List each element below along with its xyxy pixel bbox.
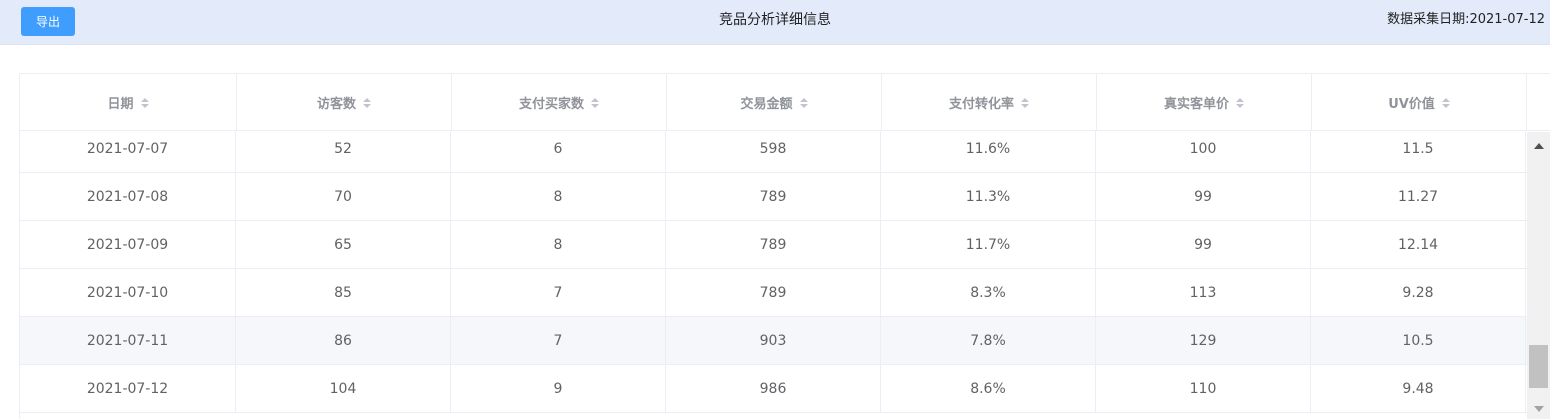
- column-header[interactable]: 支付转化率: [882, 74, 1097, 131]
- table-cell: 113: [1096, 269, 1311, 316]
- table-cell: 9.28: [1311, 269, 1526, 316]
- table-cell: 11.27: [1311, 173, 1526, 220]
- table-cell: 789: [666, 173, 881, 220]
- table-cell: 11.6%: [881, 131, 1096, 172]
- scroll-up-arrow-icon[interactable]: [1534, 143, 1544, 149]
- scrollbar-thumb[interactable]: [1529, 345, 1548, 388]
- table-cell: 789: [666, 221, 881, 268]
- column-header[interactable]: 交易金额: [667, 74, 882, 131]
- table-cell: 986: [666, 365, 881, 412]
- table-cell: 11.5: [1311, 131, 1526, 172]
- sort-caret-icon[interactable]: [140, 97, 149, 108]
- page-title: 竞品分析详细信息: [719, 12, 831, 28]
- sort-caret-icon[interactable]: [1236, 97, 1244, 108]
- column-header[interactable]: 访客数: [237, 74, 452, 131]
- table-row[interactable]: 2021-07-09 65 8 789 11.7% 99 12.14: [20, 221, 1527, 269]
- column-header[interactable]: UV价值: [1312, 74, 1527, 131]
- column-header-label: 支付买家数: [518, 97, 584, 112]
- column-header-label: 访客数: [316, 97, 356, 112]
- table-cell: 10.5: [1311, 317, 1526, 364]
- table-cell: 7: [451, 317, 666, 364]
- table-cell: 8.6%: [881, 365, 1096, 412]
- table-header: 日期 访客数 支付买家数 交易金额 支付转化率 真实客单价 UV价值: [19, 73, 1550, 131]
- column-header[interactable]: 支付买家数: [452, 74, 667, 131]
- table-cell: 2021-07-11: [20, 317, 236, 364]
- table-cell: 11.3%: [881, 173, 1096, 220]
- scroll-down-arrow-icon[interactable]: [1534, 406, 1544, 412]
- table-row[interactable]: 2021-07-11 86 7 903 7.8% 129 10.5: [20, 317, 1527, 365]
- table-cell: 52: [236, 131, 451, 172]
- table-cell: 2021-07-08: [20, 173, 236, 220]
- table-row[interactable]: 2021-07-10 85 7 789 8.3% 113 9.28: [20, 269, 1527, 317]
- table-cell: 2021-07-12: [20, 365, 236, 412]
- column-header-label: UV价值: [1388, 97, 1435, 112]
- table-cell: 8.3%: [881, 269, 1096, 316]
- table-row[interactable]: 2021-07-08 70 8 789 11.3% 99 11.27: [20, 173, 1527, 221]
- sort-caret-icon[interactable]: [1021, 97, 1029, 108]
- table-cell: 99: [1096, 221, 1311, 268]
- column-header[interactable]: 真实客单价: [1097, 74, 1312, 131]
- table-cell: 2021-07-07: [20, 131, 236, 172]
- table-cell: 85: [236, 269, 451, 316]
- sort-caret-icon[interactable]: [1441, 97, 1450, 108]
- top-bar: 导出 竞品分析详细信息 数据采集日期:2021-07-12: [0, 0, 1550, 45]
- table-cell: 110: [1096, 365, 1311, 412]
- table-cell: 789: [666, 269, 881, 316]
- table-cell: 7: [451, 269, 666, 316]
- sort-caret-icon[interactable]: [799, 97, 808, 108]
- column-header-label: 交易金额: [740, 97, 793, 112]
- data-table: 日期 访客数 支付买家数 交易金额 支付转化率 真实客单价 UV价值 2021-07-07 5…: [19, 73, 1550, 419]
- collect-date: 数据采集日期:2021-07-12: [1387, 12, 1545, 27]
- table-cell: 2021-07-09: [20, 221, 236, 268]
- table-cell: 70: [236, 173, 451, 220]
- table-cell: 8: [451, 173, 666, 220]
- table-cell: 9.48: [1311, 365, 1526, 412]
- table-row[interactable]: 2021-07-12 104 9 986 8.6% 110 9.48: [20, 365, 1527, 413]
- table-cell: 86: [236, 317, 451, 364]
- table-cell: 6: [451, 131, 666, 172]
- table-cell: 100: [1096, 131, 1311, 172]
- table-cell: 9: [451, 365, 666, 412]
- sort-caret-icon[interactable]: [363, 97, 371, 108]
- table-cell: 12.14: [1311, 221, 1526, 268]
- table-cell: 65: [236, 221, 451, 268]
- table-cell: 903: [666, 317, 881, 364]
- table-cell: 129: [1096, 317, 1311, 364]
- sort-caret-icon[interactable]: [591, 97, 599, 108]
- table-cell: 7.8%: [881, 317, 1096, 364]
- table-cell: 99: [1096, 173, 1311, 220]
- table-cell: 598: [666, 131, 881, 172]
- column-header[interactable]: 日期: [20, 74, 237, 131]
- table-row[interactable]: 2021-07-07 52 6 598 11.6% 100 11.5: [20, 131, 1527, 173]
- column-header-label: 支付转化率: [948, 97, 1014, 112]
- vertical-scrollbar[interactable]: [1527, 132, 1550, 419]
- table-cell: 104: [236, 365, 451, 412]
- table-body: 2021-07-07 52 6 598 11.6% 100 11.5 2021-07-08 70…: [19, 131, 1527, 419]
- column-header-label: 真实客单价: [1163, 97, 1229, 112]
- table-cell: 8: [451, 221, 666, 268]
- header-gutter: [1527, 74, 1549, 131]
- table-cell: 11.7%: [881, 221, 1096, 268]
- table-cell: 2021-07-10: [20, 269, 236, 316]
- column-header-label: 日期: [107, 97, 134, 112]
